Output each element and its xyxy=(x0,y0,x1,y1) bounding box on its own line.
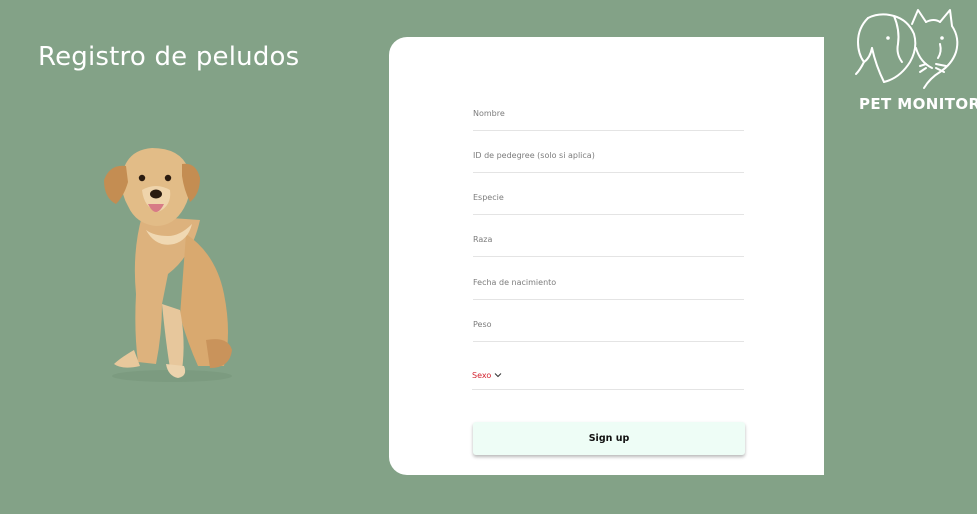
chevron-down-icon xyxy=(494,373,502,378)
name-input[interactable] xyxy=(473,97,744,129)
pedigree-id-field[interactable] xyxy=(473,139,744,173)
page-title: Registro de peludos xyxy=(38,42,300,72)
registration-card: Sexo Sign up xyxy=(389,37,824,475)
species-input[interactable] xyxy=(473,181,744,213)
name-field[interactable] xyxy=(473,97,744,131)
species-field[interactable] xyxy=(473,181,744,215)
breed-input[interactable] xyxy=(473,223,744,255)
dog-image xyxy=(104,148,232,382)
brand-name: PET MONITOR xyxy=(859,95,977,113)
pedigree-id-input[interactable] xyxy=(473,139,744,171)
signup-button[interactable]: Sign up xyxy=(473,422,745,455)
sex-select-label: Sexo xyxy=(472,371,492,380)
sex-select[interactable]: Sexo xyxy=(472,361,744,390)
breed-field[interactable] xyxy=(473,223,744,257)
birth-date-field[interactable] xyxy=(473,266,744,300)
weight-input[interactable] xyxy=(473,308,744,340)
birth-date-input[interactable] xyxy=(473,266,744,298)
weight-field[interactable] xyxy=(473,308,744,342)
dog-and-cat-icon xyxy=(855,9,959,89)
